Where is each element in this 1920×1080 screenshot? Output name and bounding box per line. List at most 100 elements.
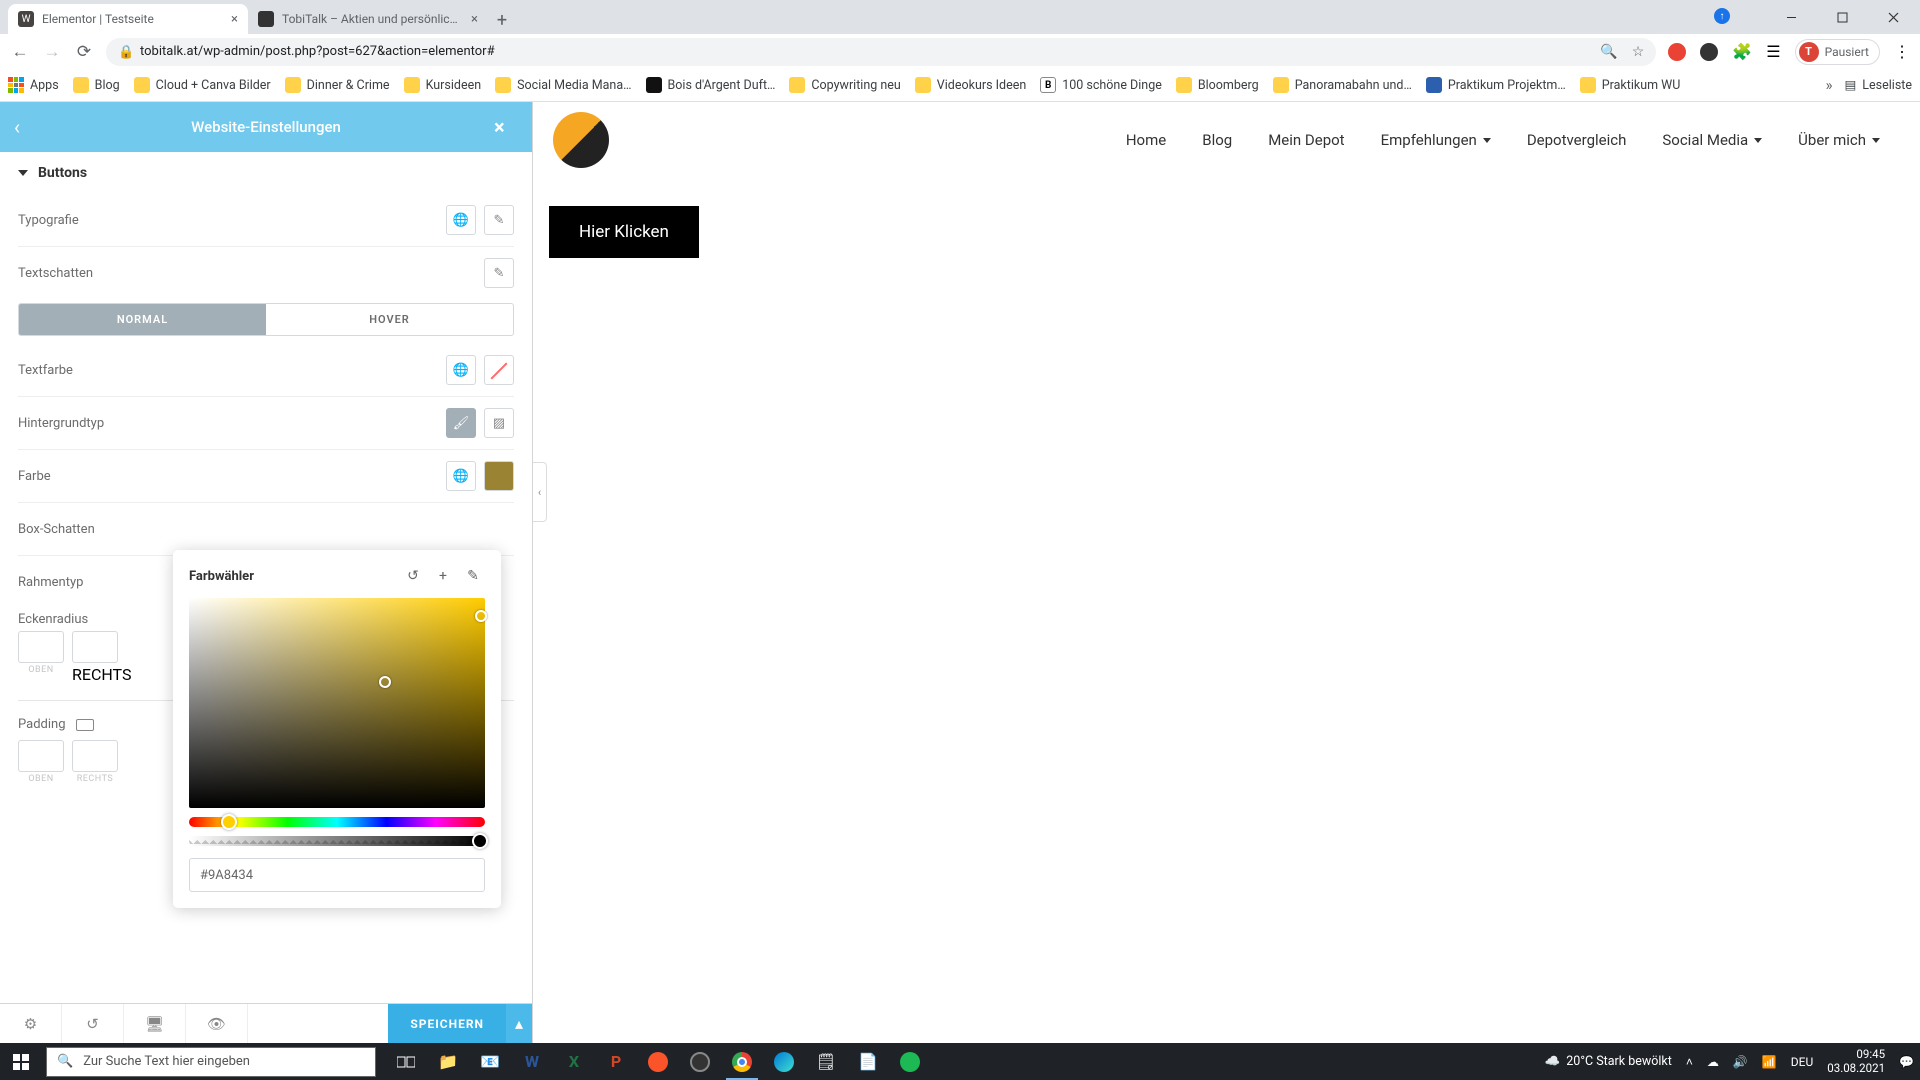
kebab-menu-icon[interactable]: ⋮ bbox=[1894, 42, 1910, 61]
excel-icon[interactable]: X bbox=[554, 1043, 594, 1080]
preview-button[interactable]: 👁 bbox=[186, 1004, 248, 1043]
app-icon[interactable]: 📄 bbox=[848, 1043, 888, 1080]
settings-button[interactable]: ⚙ bbox=[0, 1004, 62, 1043]
minimize-button[interactable] bbox=[1769, 2, 1814, 32]
update-badge-icon[interactable]: ↑ bbox=[1714, 8, 1730, 24]
edge-icon[interactable] bbox=[764, 1043, 804, 1080]
chrome-icon[interactable] bbox=[722, 1043, 762, 1080]
dim-input-top[interactable] bbox=[18, 740, 64, 772]
profile-badge[interactable]: T Pausiert bbox=[1795, 39, 1880, 65]
spotify-icon[interactable] bbox=[890, 1043, 930, 1080]
hex-input[interactable] bbox=[189, 858, 485, 892]
taskbar-search[interactable]: 🔍 Zur Suche Text hier eingeben bbox=[46, 1047, 376, 1077]
apps-button[interactable]: Apps bbox=[8, 77, 59, 93]
saturation-target-handle[interactable] bbox=[475, 610, 487, 622]
mail-icon[interactable]: 📧 bbox=[470, 1043, 510, 1080]
bookmark-item[interactable]: B100 schöne Dinge bbox=[1040, 77, 1162, 93]
panel-back-button[interactable]: ‹ bbox=[14, 115, 38, 139]
bookmark-item[interactable]: Bois d'Argent Duft… bbox=[646, 77, 776, 93]
saturation-field[interactable] bbox=[189, 598, 485, 808]
color-swatch[interactable] bbox=[484, 461, 514, 491]
bookmark-item[interactable]: Praktikum WU bbox=[1580, 77, 1681, 93]
globe-icon[interactable]: 🌐 bbox=[446, 205, 476, 235]
hue-slider[interactable] bbox=[189, 817, 485, 827]
hue-handle[interactable] bbox=[221, 814, 237, 830]
back-button[interactable]: ← bbox=[10, 42, 30, 62]
tray-chevron-up-icon[interactable]: ˄ bbox=[1686, 1055, 1693, 1069]
bg-classic-button[interactable]: 🖌 bbox=[446, 408, 476, 438]
weather-widget[interactable]: ☁️ 20°C Stark bewölkt bbox=[1545, 1054, 1672, 1069]
panel-close-button[interactable]: × bbox=[494, 115, 518, 139]
color-swatch-none[interactable] bbox=[484, 355, 514, 385]
close-window-button[interactable] bbox=[1871, 2, 1916, 32]
site-logo[interactable] bbox=[553, 112, 609, 168]
reading-list-icon[interactable]: ☰ bbox=[1766, 42, 1780, 61]
alpha-handle[interactable] bbox=[472, 833, 488, 849]
powerpoint-icon[interactable]: P bbox=[596, 1043, 636, 1080]
nav-empfehlungen[interactable]: Empfehlungen bbox=[1381, 131, 1491, 149]
bookmark-item[interactable]: Praktikum Projektm… bbox=[1426, 77, 1566, 93]
nav-ueber-mich[interactable]: Über mich bbox=[1798, 131, 1880, 149]
extension-icon[interactable] bbox=[1668, 43, 1686, 61]
start-button[interactable] bbox=[0, 1043, 42, 1080]
bookmark-item[interactable]: Social Media Mana… bbox=[495, 77, 631, 93]
nav-social[interactable]: Social Media bbox=[1662, 131, 1762, 149]
reload-button[interactable]: ⟳ bbox=[74, 42, 94, 62]
close-icon[interactable]: × bbox=[231, 12, 238, 27]
tab-normal[interactable]: NORMAL bbox=[19, 304, 266, 335]
clock[interactable]: 09:45 03.08.2021 bbox=[1827, 1048, 1885, 1076]
globe-icon[interactable]: 🌐 bbox=[446, 461, 476, 491]
volume-icon[interactable]: 🔊 bbox=[1733, 1055, 1748, 1069]
bookmark-item[interactable]: Cloud + Canva Bilder bbox=[134, 77, 271, 93]
extension-icon[interactable] bbox=[1700, 43, 1718, 61]
task-view-button[interactable] bbox=[386, 1043, 426, 1080]
bookmark-item[interactable]: Dinner & Crime bbox=[285, 77, 390, 93]
save-button[interactable]: SPEICHERN bbox=[388, 1004, 506, 1043]
bookmark-item[interactable]: Blog bbox=[73, 77, 120, 93]
globe-icon[interactable]: 🌐 bbox=[446, 355, 476, 385]
zoom-icon[interactable]: 🔍 bbox=[1600, 44, 1617, 60]
language-indicator[interactable]: DEU bbox=[1791, 1055, 1813, 1069]
reset-icon[interactable]: ↺ bbox=[401, 564, 425, 588]
address-bar[interactable]: 🔒 tobitalk.at/wp-admin/post.php?post=627… bbox=[106, 38, 1656, 66]
brave-icon[interactable] bbox=[638, 1043, 678, 1080]
bookmark-item[interactable]: Copywriting neu bbox=[789, 77, 900, 93]
notifications-icon[interactable]: 💬 bbox=[1899, 1055, 1914, 1069]
saturation-handle[interactable] bbox=[379, 676, 391, 688]
add-icon[interactable]: + bbox=[431, 564, 455, 588]
bookmark-item[interactable]: Bloomberg bbox=[1176, 77, 1259, 93]
bookmark-item[interactable]: Panoramabahn und… bbox=[1273, 77, 1412, 93]
bookmark-item[interactable]: Kursideen bbox=[404, 77, 482, 93]
close-icon[interactable]: × bbox=[471, 12, 478, 27]
new-tab-button[interactable]: + bbox=[488, 6, 516, 34]
dim-input-right[interactable] bbox=[72, 631, 118, 663]
dim-input-right[interactable] bbox=[72, 740, 118, 772]
tab-tobitalk[interactable]: TobiTalk – Aktien und persönliche… × bbox=[248, 4, 488, 34]
extensions-menu-icon[interactable]: 🧩 bbox=[1732, 42, 1752, 61]
wifi-icon[interactable]: 📶 bbox=[1762, 1055, 1777, 1069]
panel-collapse-handle[interactable]: ‹ bbox=[533, 462, 547, 522]
eyedropper-icon[interactable]: ✎ bbox=[461, 564, 485, 588]
nav-blog[interactable]: Blog bbox=[1202, 131, 1232, 149]
alpha-slider[interactable] bbox=[189, 836, 485, 846]
word-icon[interactable]: W bbox=[512, 1043, 552, 1080]
responsive-icon[interactable] bbox=[76, 719, 94, 731]
edit-icon[interactable]: ✎ bbox=[484, 258, 514, 288]
maximize-button[interactable] bbox=[1820, 2, 1865, 32]
edit-icon[interactable]: ✎ bbox=[484, 205, 514, 235]
bg-gradient-button[interactable]: ▨ bbox=[484, 408, 514, 438]
app-icon[interactable]: 🗒 bbox=[806, 1043, 846, 1080]
bookmark-item[interactable]: Videokurs Ideen bbox=[915, 77, 1026, 93]
tab-elementor[interactable]: W Elementor | Testseite × bbox=[8, 4, 248, 34]
obs-icon[interactable] bbox=[680, 1043, 720, 1080]
tab-hover[interactable]: HOVER bbox=[266, 304, 513, 335]
bookmark-star-icon[interactable]: ☆ bbox=[1632, 44, 1645, 60]
responsive-button[interactable]: 🖥 bbox=[124, 1004, 186, 1043]
preview-button-widget[interactable]: Hier Klicken bbox=[549, 206, 699, 258]
bookmarks-overflow-icon[interactable]: » bbox=[1825, 76, 1832, 94]
reading-list-button[interactable]: ▤Leseliste bbox=[1844, 77, 1912, 93]
onedrive-icon[interactable]: ☁ bbox=[1707, 1055, 1719, 1069]
nav-depotvergleich[interactable]: Depotvergleich bbox=[1527, 131, 1627, 149]
explorer-icon[interactable]: 📁 bbox=[428, 1043, 468, 1080]
nav-home[interactable]: Home bbox=[1126, 131, 1166, 149]
